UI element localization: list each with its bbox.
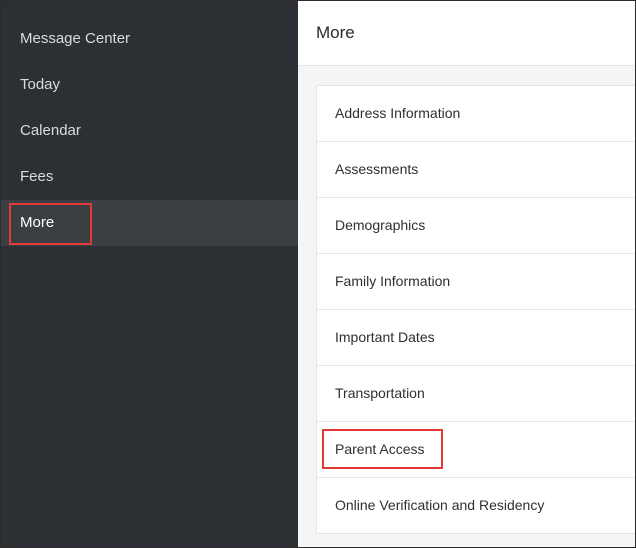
list-item-family-information[interactable]: Family Information: [317, 254, 635, 310]
more-options-list: Address Information Assessments Demograp…: [316, 85, 635, 534]
list-item-demographics[interactable]: Demographics: [317, 198, 635, 254]
main-content: More Address Information Assessments Dem…: [298, 1, 635, 547]
list-item-assessments[interactable]: Assessments: [317, 142, 635, 198]
list-item-label: Family Information: [335, 273, 451, 289]
list-item-address-information[interactable]: Address Information: [317, 86, 635, 142]
page-header: More: [298, 1, 635, 66]
list-item-label: Transportation: [335, 385, 425, 401]
sidebar-nav: Message Center Today Calendar Fees More: [1, 1, 298, 547]
list-item-important-dates[interactable]: Important Dates: [317, 310, 635, 366]
list-item-label: Assessments: [335, 161, 419, 177]
page-title: More: [316, 23, 355, 42]
list-item-label: Online Verification and Residency: [335, 497, 545, 513]
more-highlight-box: [9, 203, 92, 245]
sidebar-item-calendar[interactable]: Calendar: [1, 108, 298, 154]
list-item-label: Address Information: [335, 105, 461, 121]
list-item-parent-access[interactable]: Parent Access: [317, 422, 635, 478]
list-item-online-verification[interactable]: Online Verification and Residency: [317, 478, 635, 534]
list-item-transportation[interactable]: Transportation: [317, 366, 635, 422]
list-item-label: Important Dates: [335, 329, 435, 345]
sidebar-item-today[interactable]: Today: [1, 62, 298, 108]
sidebar-item-fees[interactable]: Fees: [1, 154, 298, 200]
app-frame: Message Center Today Calendar Fees More …: [0, 0, 636, 548]
list-item-label: Demographics: [335, 217, 426, 233]
parent-access-highlight-box: [322, 429, 443, 469]
sidebar-item-message-center[interactable]: Message Center: [1, 16, 298, 62]
